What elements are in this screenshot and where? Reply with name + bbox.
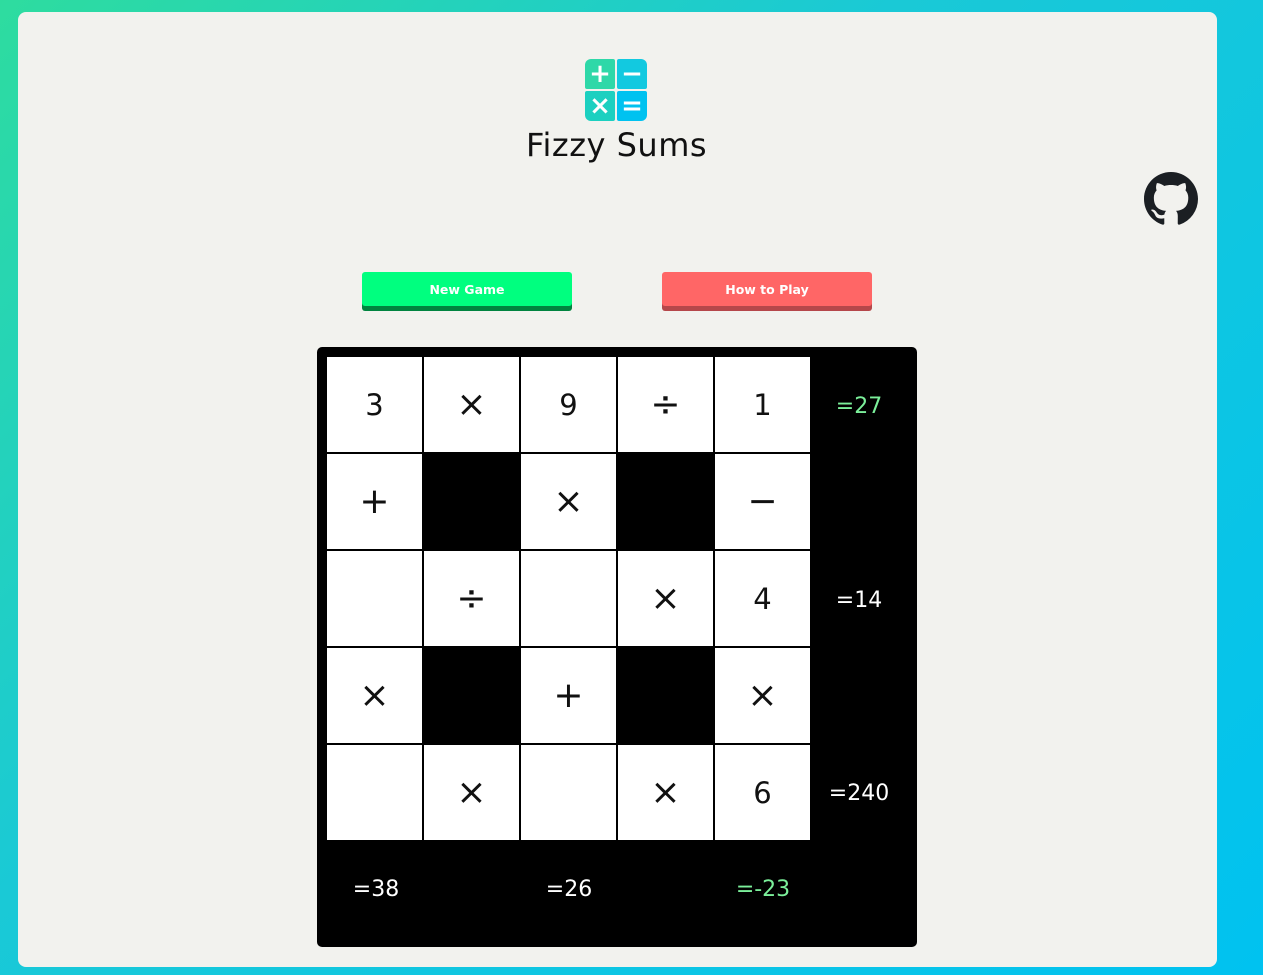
puzzle-grid: 3 × 9 ÷ 1 + × − ÷ × 4 × + × × × 6 — [327, 357, 810, 840]
operator-cell: ÷ — [618, 357, 713, 452]
operator-cell: − — [715, 454, 810, 549]
game-board: 3 × 9 ÷ 1 + × − ÷ × 4 × + × × × 6 =27 =14 =240 =38 =26 =… — [317, 347, 917, 947]
blocked-cell — [618, 648, 713, 743]
row-sum: =14 — [835, 588, 883, 613]
number-cell: 1 — [715, 357, 810, 452]
operator-cell: + — [521, 648, 616, 743]
operator-cell: ÷ — [424, 551, 519, 646]
equals-icon: = — [617, 91, 647, 121]
number-cell: 4 — [715, 551, 810, 646]
how-to-play-button[interactable]: How to Play — [662, 272, 872, 306]
blocked-cell — [618, 454, 713, 549]
operator-cell: + — [327, 454, 422, 549]
number-cell: 9 — [521, 357, 616, 452]
blocked-cell — [424, 648, 519, 743]
page-title: Fizzy Sums — [525, 126, 708, 164]
github-icon — [1144, 172, 1198, 225]
empty-input-cell[interactable] — [327, 551, 422, 646]
new-game-button[interactable]: New Game — [362, 272, 572, 306]
operator-cell: × — [715, 648, 810, 743]
operator-cell: × — [424, 357, 519, 452]
blocked-cell — [424, 454, 519, 549]
operator-cell: × — [424, 745, 519, 840]
row-sum: =240 — [828, 781, 890, 806]
operator-cell: × — [327, 648, 422, 743]
row-sum: =27 — [835, 394, 883, 419]
empty-input-cell[interactable] — [521, 551, 616, 646]
github-link[interactable] — [1144, 172, 1198, 226]
plus-icon: + — [585, 59, 615, 89]
times-icon: × — [585, 91, 615, 121]
game-card: + − × = Fizzy Sums New Game How to Play … — [18, 12, 1217, 967]
number-cell: 6 — [715, 745, 810, 840]
column-sum: =38 — [352, 877, 400, 902]
column-sum: =26 — [545, 877, 593, 902]
column-sum: =-23 — [735, 877, 791, 902]
empty-input-cell[interactable] — [521, 745, 616, 840]
operator-cell: × — [521, 454, 616, 549]
minus-icon: − — [617, 59, 647, 89]
app-logo: + − × = — [585, 59, 647, 121]
operator-cell: × — [618, 745, 713, 840]
empty-input-cell[interactable] — [327, 745, 422, 840]
operator-cell: × — [618, 551, 713, 646]
number-cell: 3 — [327, 357, 422, 452]
